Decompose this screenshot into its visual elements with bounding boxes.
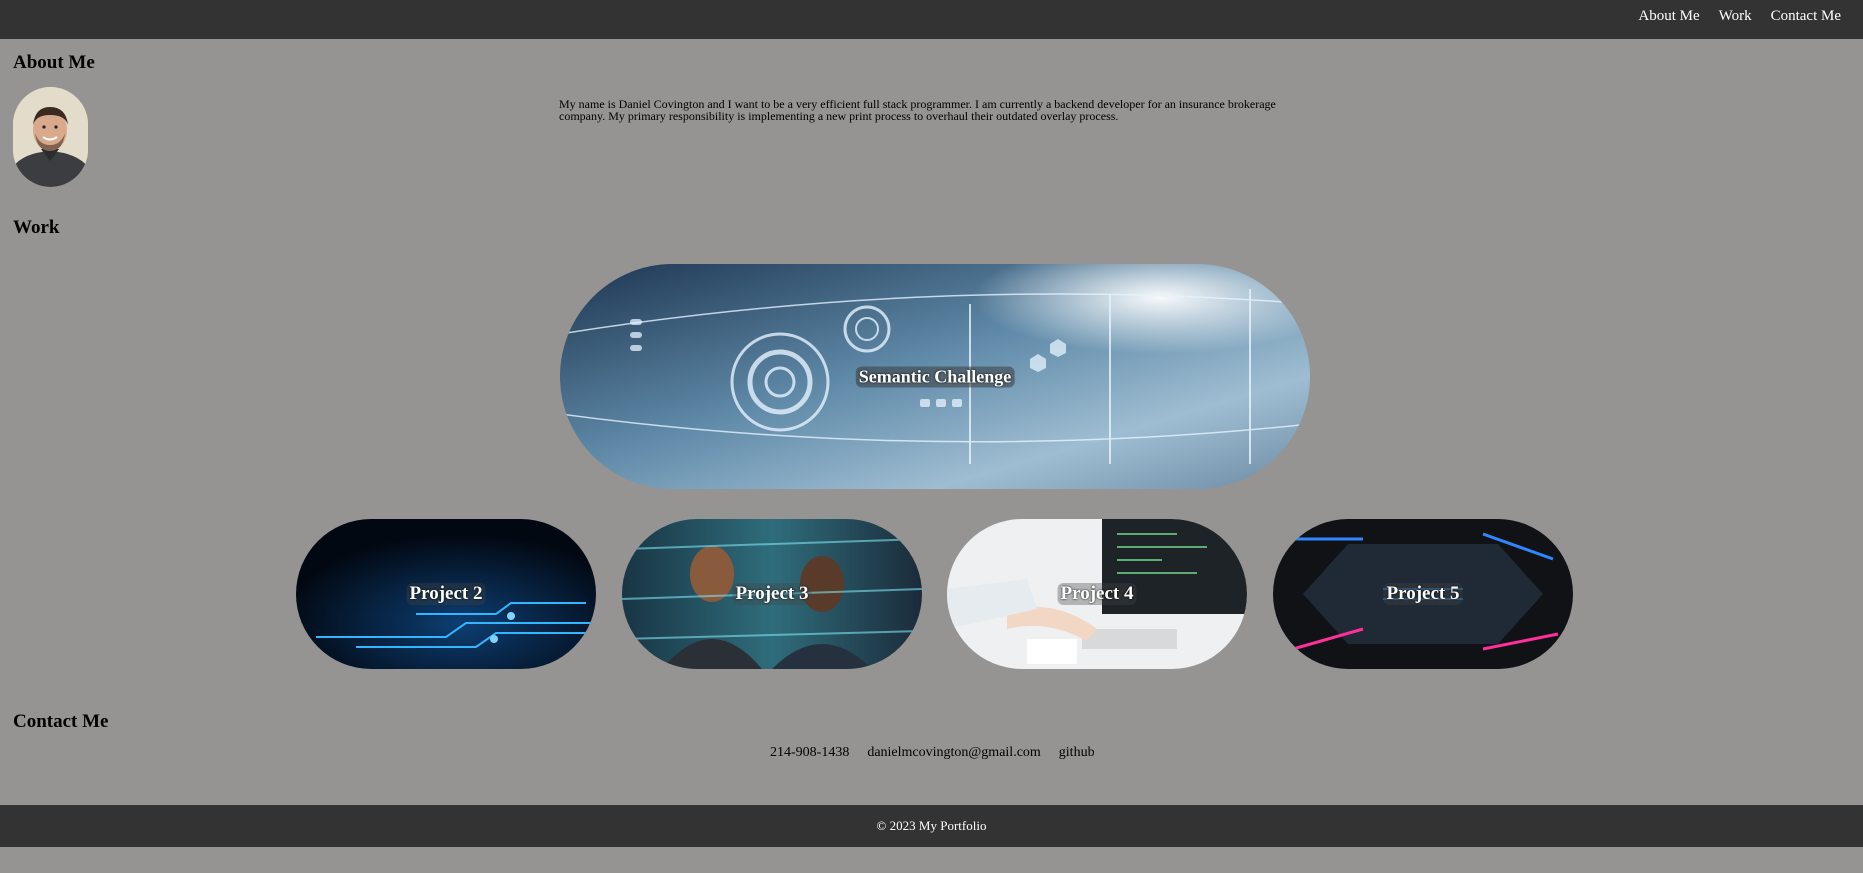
contact-me-heading: Contact Me	[13, 711, 109, 732]
project-4-title: Project 4	[1057, 583, 1137, 605]
github-link[interactable]: github	[1059, 745, 1095, 761]
top-nav-bar: About Me Work Contact Me	[0, 0, 1863, 39]
contact-links: 214-908-1438 danielmcovington@gmail.com …	[770, 745, 1095, 761]
project-2-card[interactable]: Project 2	[296, 519, 596, 669]
featured-project-title: Semantic Challenge	[855, 366, 1015, 387]
footer: © 2023 My Portfolio	[0, 805, 1863, 847]
project-3-title: Project 3	[732, 583, 812, 605]
main-nav: About Me Work Contact Me	[1638, 8, 1841, 25]
footer-copyright: © 2023 My Portfolio	[876, 818, 987, 833]
avatar	[13, 87, 88, 187]
project-2-title: Project 2	[406, 583, 486, 605]
about-me-heading: About Me	[13, 52, 95, 73]
project-5-card[interactable]: Project 5	[1273, 519, 1573, 669]
nav-link-about-me[interactable]: About Me	[1638, 8, 1699, 25]
featured-project-card[interactable]: Semantic Challenge	[560, 264, 1310, 489]
bio-paragraph: My name is Daniel Covington and I want t…	[559, 97, 1276, 123]
project-5-title: Project 5	[1383, 583, 1463, 605]
phone-link[interactable]: 214-908-1438	[770, 745, 849, 761]
project-4-card[interactable]: Project 4	[947, 519, 1247, 669]
project-3-card[interactable]: Project 3	[622, 519, 922, 669]
nav-link-contact-me[interactable]: Contact Me	[1771, 8, 1841, 25]
email-link[interactable]: danielmcovington@gmail.com	[867, 745, 1040, 761]
work-heading: Work	[13, 217, 60, 238]
nav-link-work[interactable]: Work	[1719, 8, 1752, 25]
